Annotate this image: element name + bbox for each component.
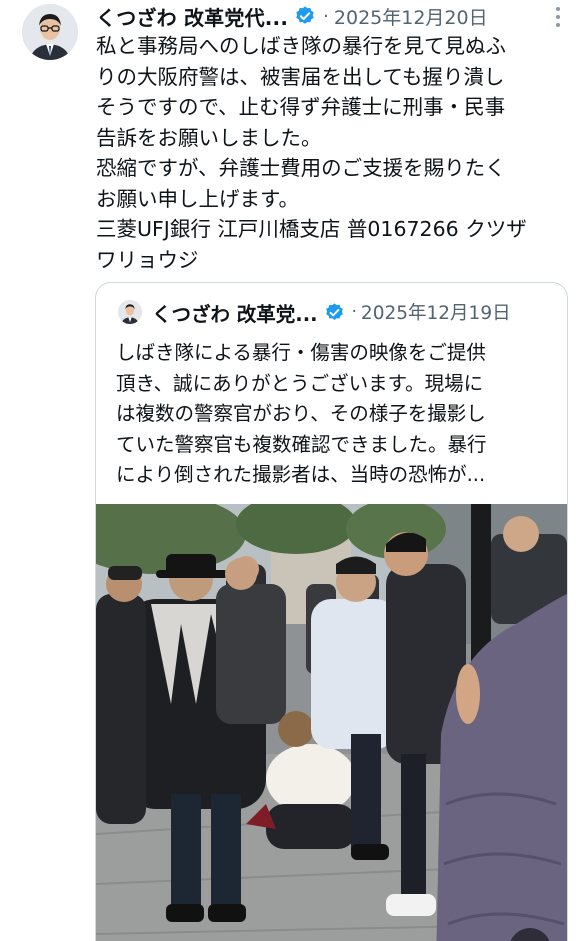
video-thumbnail[interactable]	[96, 504, 567, 941]
author-name[interactable]: くつざわ 改革党代...	[96, 2, 288, 31]
separator: ·	[351, 302, 357, 322]
quoted-avatar	[118, 300, 142, 324]
verified-badge-icon	[294, 5, 316, 27]
verified-badge-icon	[324, 302, 345, 323]
tweet-view: くつざわ 改革党代... · 2025年12月20日 私と事務局へのしばき隊の暴…	[0, 0, 585, 941]
quoted-tweet-date: 2025年12月19日	[360, 303, 511, 324]
tweet-text: 私と事務局へのしばき隊の暴行を見て見ぬふ りの大阪府警は、被害届を出しても握り潰…	[96, 34, 527, 272]
tweet-date[interactable]: 2025年12月20日	[334, 3, 488, 30]
quoted-tweet-text: しばき隊による暴行・傷害の映像をご提供 頂き、誠にありがとうございます。現場に …	[116, 341, 487, 486]
separator: ·	[323, 5, 329, 27]
quoted-author-name: くつざわ 改革党...	[152, 302, 318, 326]
tweet-header: くつざわ 改革党代... · 2025年12月20日	[96, 0, 575, 32]
more-options-icon[interactable]	[555, 7, 561, 27]
quoted-tweet-header: くつざわ 改革党... · 2025年12月19日	[152, 297, 557, 327]
avatar[interactable]	[22, 4, 78, 60]
quoted-tweet[interactable]: くつざわ 改革党... · 2025年12月19日 しばき隊による暴行・傷害の映…	[95, 282, 568, 941]
